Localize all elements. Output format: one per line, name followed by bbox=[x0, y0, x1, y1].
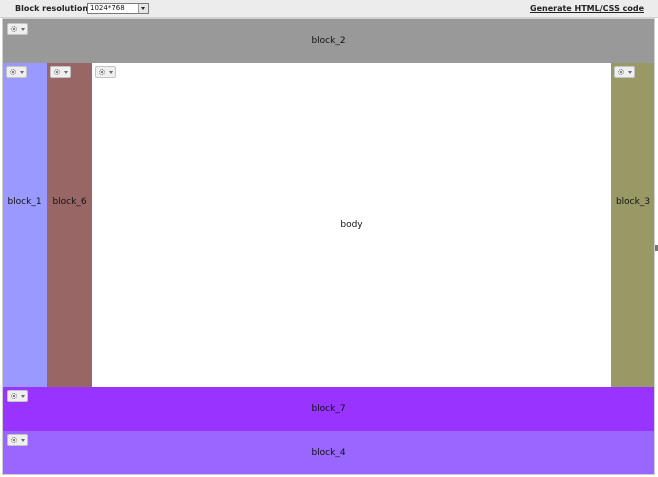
gear-icon bbox=[11, 437, 17, 443]
layout-canvas: block_2 block_1 block_6 body block_3 blo… bbox=[2, 18, 655, 475]
block-7[interactable]: block_7 bbox=[2, 387, 655, 431]
block-4[interactable]: block_4 bbox=[2, 431, 655, 475]
block-3-settings-button[interactable] bbox=[614, 66, 635, 78]
resolution-select[interactable]: 1024*768 bbox=[87, 3, 149, 14]
body-label: body bbox=[340, 220, 363, 230]
block-2-label: block_2 bbox=[311, 35, 346, 46]
block-6[interactable]: block_6 bbox=[47, 63, 92, 387]
block-7-label: block_7 bbox=[311, 404, 346, 414]
block-2-settings-button[interactable] bbox=[7, 23, 28, 35]
body-block[interactable]: body bbox=[92, 63, 611, 387]
gear-icon bbox=[99, 69, 105, 75]
resolution-label: Block resolution: bbox=[15, 4, 92, 13]
toolbar: Block resolution: 1024*768 Generate HTML… bbox=[0, 0, 658, 18]
caret-down-icon bbox=[64, 71, 68, 74]
block-6-label: block_6 bbox=[52, 197, 87, 207]
block-4-settings-button[interactable] bbox=[7, 434, 28, 446]
caret-down-icon bbox=[21, 28, 25, 31]
resolution-value: 1024*768 bbox=[90, 4, 125, 12]
chevron-down-icon bbox=[138, 4, 148, 13]
body-settings-button[interactable] bbox=[95, 66, 116, 78]
gear-icon bbox=[54, 69, 60, 75]
block-7-settings-button[interactable] bbox=[7, 390, 28, 402]
block-4-label: block_4 bbox=[311, 448, 346, 458]
block-3-label: block_3 bbox=[615, 197, 651, 207]
block-3[interactable]: block_3 bbox=[611, 63, 655, 387]
caret-down-icon bbox=[21, 395, 25, 398]
gear-icon bbox=[10, 69, 16, 75]
generate-code-link[interactable]: Generate HTML/CSS code bbox=[530, 4, 644, 13]
gear-icon bbox=[11, 26, 17, 32]
gear-icon bbox=[11, 393, 17, 399]
gear-icon bbox=[618, 69, 624, 75]
block-6-settings-button[interactable] bbox=[50, 66, 71, 78]
block-2[interactable]: block_2 bbox=[2, 18, 655, 63]
block-1[interactable]: block_1 bbox=[2, 63, 47, 387]
caret-down-icon bbox=[20, 71, 24, 74]
caret-down-icon bbox=[109, 71, 113, 74]
caret-down-icon bbox=[628, 71, 632, 74]
block-1-settings-button[interactable] bbox=[6, 66, 27, 78]
block-1-label: block_1 bbox=[7, 197, 42, 207]
caret-down-icon bbox=[21, 439, 25, 442]
